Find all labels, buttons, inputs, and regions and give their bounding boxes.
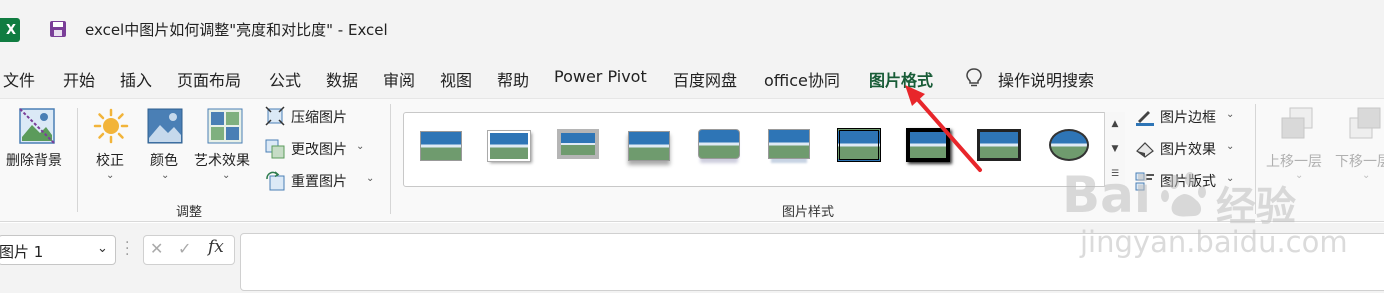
chevron-down-icon[interactable]: ⌄ xyxy=(1295,170,1303,181)
group-divider xyxy=(390,104,391,214)
picture-border-label[interactable]: 图片边框 xyxy=(1160,107,1216,127)
picture-border-icon[interactable] xyxy=(1135,106,1155,130)
tab-review[interactable]: 审阅 xyxy=(383,67,415,91)
tab-baidu-netdisk[interactable]: 百度网盘 xyxy=(673,67,737,91)
change-picture-icon[interactable] xyxy=(265,139,285,163)
excel-logo-icon: X xyxy=(0,18,20,42)
picture-style-thumbnail[interactable] xyxy=(628,131,670,161)
picture-effects-label[interactable]: 图片效果 xyxy=(1160,139,1216,159)
drag-handle-icon[interactable]: · · · xyxy=(125,236,129,262)
tab-insert[interactable]: 插入 xyxy=(120,67,152,91)
reset-picture-icon[interactable] xyxy=(265,171,285,195)
save-icon[interactable] xyxy=(49,20,67,42)
picture-style-thumbnail[interactable] xyxy=(698,129,740,159)
gallery-scroll-up-icon[interactable]: ▲ xyxy=(1105,112,1125,137)
group-label-picture-styles: 图片样式 xyxy=(782,205,835,220)
tab-data[interactable]: 数据 xyxy=(326,67,358,91)
chevron-down-icon[interactable]: ⌄ xyxy=(106,170,114,181)
chevron-down-icon[interactable]: ⌄ xyxy=(1226,109,1234,120)
tab-office-collab[interactable]: office协同 xyxy=(764,67,840,91)
watermark-brand-cn: 经验 xyxy=(1216,184,1296,230)
remove-background-icon[interactable] xyxy=(18,107,56,149)
picture-style-thumbnail[interactable] xyxy=(420,131,462,161)
enter-icon[interactable]: ✓ xyxy=(178,239,191,258)
group-divider xyxy=(77,108,78,212)
picture-style-thumbnail[interactable] xyxy=(488,131,530,161)
tell-me-search[interactable]: 操作说明搜索 xyxy=(998,67,1094,91)
send-backward-icon[interactable] xyxy=(1348,106,1382,144)
chevron-down-icon[interactable]: ⌄ xyxy=(366,173,374,184)
picture-style-thumbnail[interactable] xyxy=(557,129,599,159)
send-backward-label[interactable]: 下移一层 xyxy=(1335,151,1384,171)
chevron-down-icon[interactable]: ⌄ xyxy=(356,141,364,152)
watermark-url: jingyan.baidu.com xyxy=(1080,225,1348,259)
corrections-label[interactable]: 校正 xyxy=(96,150,124,170)
bring-forward-label[interactable]: 上移一层 xyxy=(1266,151,1322,171)
watermark-brand: Bai xyxy=(1062,166,1151,224)
chevron-down-icon[interactable]: ⌄ xyxy=(97,241,108,256)
sun-icon[interactable] xyxy=(93,108,129,148)
group-label-adjust: 调整 xyxy=(176,205,203,220)
tab-formulas[interactable]: 公式 xyxy=(269,67,301,91)
bring-forward-icon[interactable] xyxy=(1280,106,1314,144)
picture-effects-icon[interactable] xyxy=(1135,139,1155,163)
picture-style-thumbnail[interactable] xyxy=(768,129,810,159)
compress-pictures-label[interactable]: 压缩图片 xyxy=(291,107,347,127)
picture-style-thumbnail[interactable] xyxy=(837,128,881,162)
insert-function-icon[interactable]: fx xyxy=(208,237,224,257)
tab-power-pivot[interactable]: Power Pivot xyxy=(554,67,647,86)
tab-home[interactable]: 开始 xyxy=(63,67,95,91)
window-title: excel中图片如何调整"亮度和对比度" - Excel xyxy=(85,21,388,39)
tab-help[interactable]: 帮助 xyxy=(497,67,529,91)
chevron-down-icon[interactable]: ⌄ xyxy=(1226,141,1234,152)
color-icon[interactable] xyxy=(147,108,183,148)
chevron-down-icon[interactable]: ⌄ xyxy=(161,170,169,181)
change-picture-label[interactable]: 更改图片 xyxy=(291,139,347,159)
cancel-icon[interactable]: ✕ xyxy=(150,239,163,258)
annotation-arrow-icon xyxy=(905,85,982,172)
baidu-paw-icon xyxy=(1160,170,1212,226)
remove-background-label[interactable]: 删除背景 xyxy=(6,150,62,170)
chevron-down-icon[interactable]: ⌄ xyxy=(1362,170,1370,181)
artistic-effects-icon[interactable] xyxy=(207,108,243,148)
tab-page-layout[interactable]: 页面布局 xyxy=(177,67,241,91)
gallery-scroll-down-icon[interactable]: ▼ xyxy=(1105,137,1125,162)
artistic-effects-label[interactable]: 艺术效果 xyxy=(194,150,250,170)
picture-style-thumbnail[interactable] xyxy=(1049,129,1089,161)
chevron-down-icon[interactable]: ⌄ xyxy=(222,170,230,181)
name-box-value: 图片 1 xyxy=(0,243,44,261)
tab-file[interactable]: 文件 xyxy=(3,67,35,91)
color-label[interactable]: 颜色 xyxy=(150,150,178,170)
reset-picture-label[interactable]: 重置图片 xyxy=(291,171,347,191)
tab-view[interactable]: 视图 xyxy=(440,67,472,91)
compress-pictures-icon[interactable] xyxy=(265,106,285,130)
